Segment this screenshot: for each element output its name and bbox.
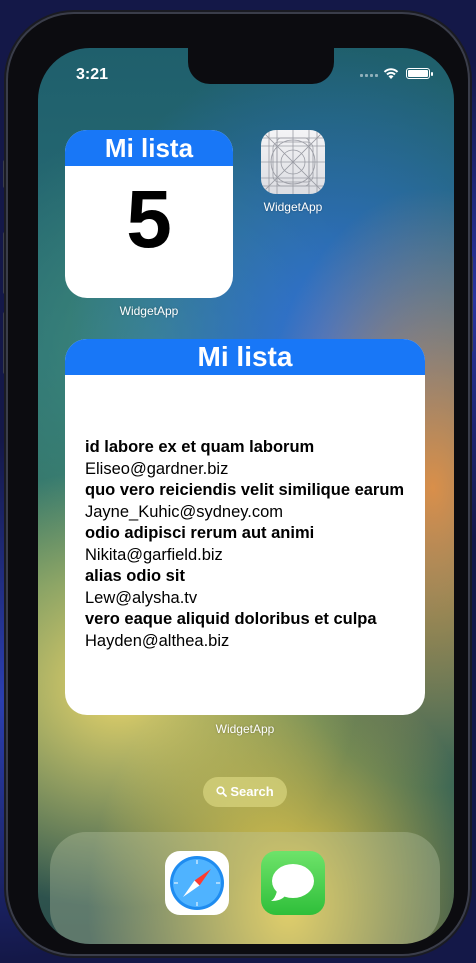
- home-screen: 3:21 Mi lista 5 WidgetApp WidgetApp Mi l…: [38, 48, 454, 944]
- list-item: vero eaque aliquid doloribus et culpa Ha…: [85, 609, 425, 652]
- wifi-icon: [383, 68, 399, 79]
- small-widget-title: Mi lista: [65, 130, 233, 166]
- large-widget-title: Mi lista: [65, 339, 425, 375]
- list-item: alias odio sit Lew@alysha.tv: [85, 566, 425, 609]
- phone-frame: 3:21 Mi lista 5 WidgetApp WidgetApp Mi l…: [8, 14, 468, 954]
- signal-icon: [360, 74, 363, 77]
- status-time: 3:21: [76, 66, 109, 83]
- notch: [188, 48, 334, 84]
- messages-icon[interactable]: [261, 851, 325, 915]
- item-title: alias odio sit: [85, 567, 185, 585]
- blueprint-grid-icon: [261, 130, 325, 194]
- contact-list: id labore ex et quam laborum Eliseo@gard…: [85, 437, 425, 652]
- small-widget-count: 5: [126, 174, 172, 265]
- app-icon-label: WidgetApp: [263, 200, 323, 214]
- item-title: id labore ex et quam laborum: [85, 438, 315, 456]
- power-button: [468, 256, 473, 352]
- search-label: Search: [230, 784, 274, 799]
- item-title: quo vero reiciendis velit similique earu…: [85, 481, 405, 499]
- status-icons: [360, 66, 440, 82]
- widgetapp-icon[interactable]: [261, 130, 325, 194]
- search-icon: [216, 786, 228, 797]
- battery-icon: [406, 68, 430, 79]
- item-title: vero eaque aliquid doloribus et culpa: [85, 610, 377, 628]
- large-list-widget[interactable]: Mi lista id labore ex et quam laborum El…: [65, 339, 425, 715]
- item-title: odio adipisci rerum aut animi: [85, 524, 315, 542]
- item-email: Lew@alysha.tv: [85, 588, 198, 607]
- list-item: odio adipisci rerum aut animi Nikita@gar…: [85, 523, 425, 566]
- item-email: Hayden@althea.biz: [85, 631, 230, 650]
- large-widget-label: WidgetApp: [215, 722, 275, 736]
- small-list-widget[interactable]: Mi lista 5: [65, 130, 233, 298]
- list-item: quo vero reiciendis velit similique earu…: [85, 480, 425, 523]
- small-widget-label: WidgetApp: [119, 304, 179, 318]
- item-email: Eliseo@gardner.biz: [85, 459, 229, 478]
- item-email: Jayne_Kuhic@sydney.com: [85, 502, 284, 521]
- search-button[interactable]: Search: [203, 777, 287, 807]
- item-email: Nikita@garfield.biz: [85, 545, 223, 564]
- list-item: id labore ex et quam laborum Eliseo@gard…: [85, 437, 425, 480]
- safari-icon[interactable]: [165, 851, 229, 915]
- dock: [50, 832, 440, 944]
